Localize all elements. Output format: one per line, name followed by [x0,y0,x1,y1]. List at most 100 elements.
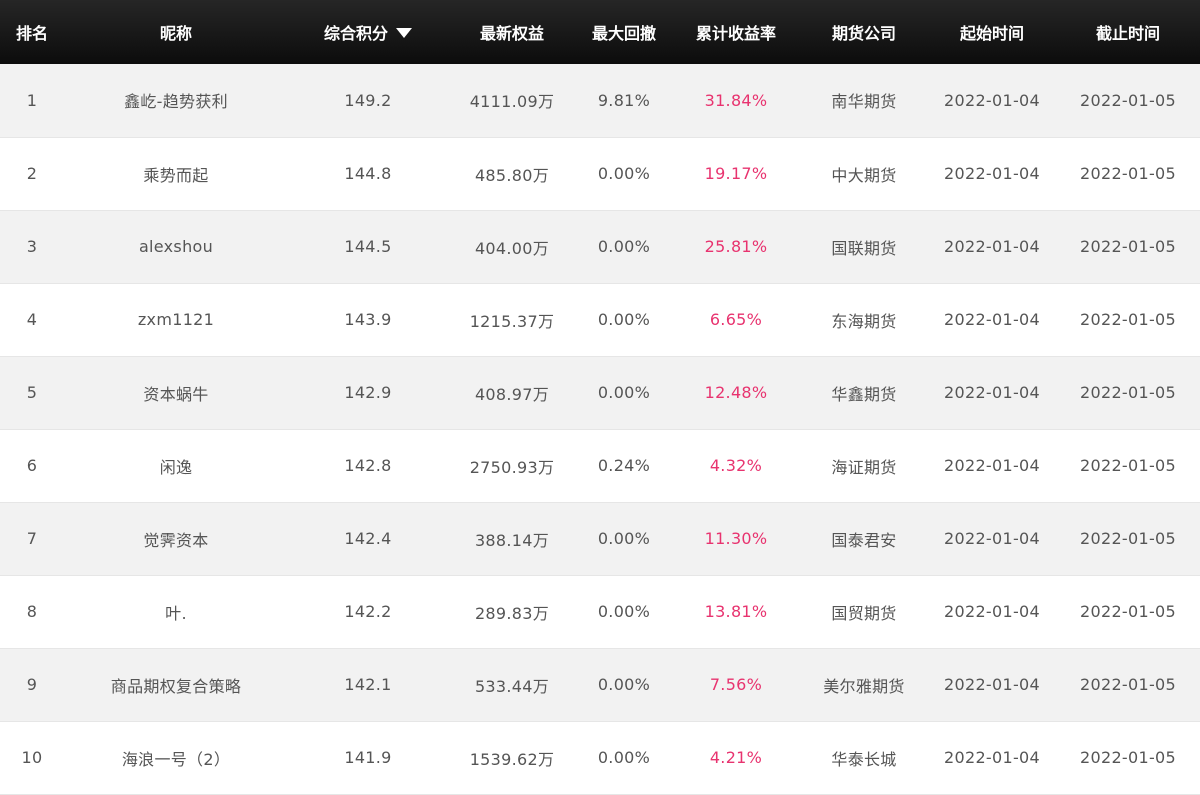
cell-end: 2022-01-05 [1080,602,1176,621]
cell-nickname: 商品期权复合策略 [110,676,242,696]
cell-nickname: 闲逸 [159,457,193,477]
cell-company: 国贸期货 [831,603,897,623]
header-score[interactable]: 综合积分 [288,0,448,64]
cell-end: 2022-01-05 [1080,164,1176,183]
ranking-table: 排名 昵称 综合积分 最新权益 最大回撤 累计收益率 期货公司 起始时间 截止时… [0,0,1200,795]
cell-company: 华泰长城 [831,749,897,769]
cell-drawdown: 0.00% [597,383,651,402]
header-rank[interactable]: 排名 [0,0,64,64]
table-row[interactable]: 3 alexshou 144.5 404.00万 0.00% 25.81% 国联… [0,210,1200,283]
table-row[interactable]: 5 资本蜗牛 142.9 408.97万 0.00% 12.48% 华鑫期货 2… [0,356,1200,429]
cell-company: 美尔雅期货 [823,676,905,696]
cell-return: 6.65% [709,310,763,329]
cell-company: 海证期货 [831,457,897,477]
cell-company: 中大期货 [831,165,897,185]
table-row[interactable]: 9 商品期权复合策略 142.1 533.44万 0.00% 7.56% 美尔雅… [0,648,1200,721]
cell-rank: 2 [26,164,38,183]
cell-equity: 4111.09万 [469,92,555,112]
cell-company: 华鑫期货 [831,384,897,404]
cell-score: 142.9 [344,383,392,402]
header-company[interactable]: 期货公司 [800,0,928,64]
table-row[interactable]: 10 海浪一号（2） 141.9 1539.62万 0.00% 4.21% 华泰… [0,721,1200,794]
header-nickname[interactable]: 昵称 [64,0,288,64]
cell-rank: 4 [26,310,38,329]
cell-start: 2022-01-04 [944,164,1040,183]
cell-drawdown: 0.00% [597,602,651,621]
table-body: 1 鑫屹-趋势获利 149.2 4111.09万 9.81% 31.84% 南华… [0,64,1200,794]
cell-end: 2022-01-05 [1080,456,1176,475]
cell-end: 2022-01-05 [1080,748,1176,767]
cell-score: 142.4 [344,529,392,548]
cell-equity: 388.14万 [474,530,550,550]
cell-nickname: 海浪一号（2） [121,749,231,769]
cell-company: 东海期货 [831,311,897,331]
header-drawdown[interactable]: 最大回撤 [576,0,672,64]
cell-rank: 1 [26,90,38,110]
cell-end: 2022-01-05 [1080,529,1176,548]
cell-equity: 2750.93万 [469,457,555,477]
cell-return: 7.56% [709,675,763,694]
cell-end: 2022-01-05 [1080,90,1176,110]
header-row: 排名 昵称 综合积分 最新权益 最大回撤 累计收益率 期货公司 起始时间 截止时… [0,0,1200,64]
cell-drawdown: 0.24% [597,456,651,475]
cell-score: 142.1 [344,675,392,694]
cell-start: 2022-01-04 [944,383,1040,402]
cell-company: 国泰君安 [831,530,897,550]
header-equity[interactable]: 最新权益 [448,0,576,64]
triangle-down-icon[interactable] [396,27,412,38]
table-row[interactable]: 1 鑫屹-趋势获利 149.2 4111.09万 9.81% 31.84% 南华… [0,64,1200,137]
cell-company: 南华期货 [831,92,897,112]
cell-end: 2022-01-05 [1080,310,1176,329]
cell-score: 144.8 [344,164,392,183]
cell-score: 143.9 [344,310,392,329]
cell-score: 141.9 [344,748,392,767]
cell-start: 2022-01-04 [944,310,1040,329]
header-return[interactable]: 累计收益率 [672,0,800,64]
cell-score: 144.5 [344,237,392,256]
cell-start: 2022-01-04 [944,456,1040,475]
cell-score: 142.8 [344,456,392,475]
cell-return: 13.81% [704,602,768,621]
table-row[interactable]: 6 闲逸 142.8 2750.93万 0.24% 4.32% 海证期货 202… [0,429,1200,502]
cell-nickname: alexshou [138,237,214,256]
cell-drawdown: 0.00% [597,310,651,329]
cell-return: 4.21% [709,748,763,767]
cell-score: 149.2 [344,90,392,110]
cell-nickname: 鑫屹-趋势获利 [124,92,228,112]
cell-end: 2022-01-05 [1080,237,1176,256]
cell-nickname: 资本蜗牛 [143,384,209,404]
cell-return: 19.17% [704,164,768,183]
cell-start: 2022-01-04 [944,675,1040,694]
cell-rank: 9 [26,675,38,694]
cell-drawdown: 0.00% [597,748,651,767]
header-start[interactable]: 起始时间 [928,0,1056,64]
cell-rank: 5 [26,383,38,402]
cell-company: 国联期货 [831,238,897,258]
cell-nickname: 觉霁资本 [143,530,209,550]
table-row[interactable]: 8 叶. 142.2 289.83万 0.00% 13.81% 国贸期货 202… [0,575,1200,648]
table-row[interactable]: 2 乘势而起 144.8 485.80万 0.00% 19.17% 中大期货 2… [0,137,1200,210]
table-row[interactable]: 4 zxm1121 143.9 1215.37万 0.00% 6.65% 东海期… [0,283,1200,356]
cell-start: 2022-01-04 [944,90,1040,110]
cell-drawdown: 0.00% [597,164,651,183]
cell-return: 11.30% [704,529,768,548]
cell-rank: 7 [26,529,38,548]
cell-drawdown: 0.00% [597,237,651,256]
cell-equity: 1215.37万 [469,311,555,331]
cell-equity: 533.44万 [474,676,550,696]
cell-start: 2022-01-04 [944,748,1040,767]
cell-end: 2022-01-05 [1080,383,1176,402]
cell-rank: 3 [26,237,38,256]
header-end[interactable]: 截止时间 [1056,0,1200,64]
cell-start: 2022-01-04 [944,602,1040,621]
cell-start: 2022-01-04 [944,237,1040,256]
cell-nickname: 乘势而起 [143,165,209,185]
cell-rank: 10 [21,748,43,767]
table-row[interactable]: 7 觉霁资本 142.4 388.14万 0.00% 11.30% 国泰君安 2… [0,502,1200,575]
cell-return: 4.32% [709,456,763,475]
cell-equity: 404.00万 [474,238,550,258]
cell-equity: 1539.62万 [469,749,555,769]
cell-return: 12.48% [704,383,768,402]
cell-nickname: zxm1121 [137,310,215,329]
cell-drawdown: 0.00% [597,529,651,548]
